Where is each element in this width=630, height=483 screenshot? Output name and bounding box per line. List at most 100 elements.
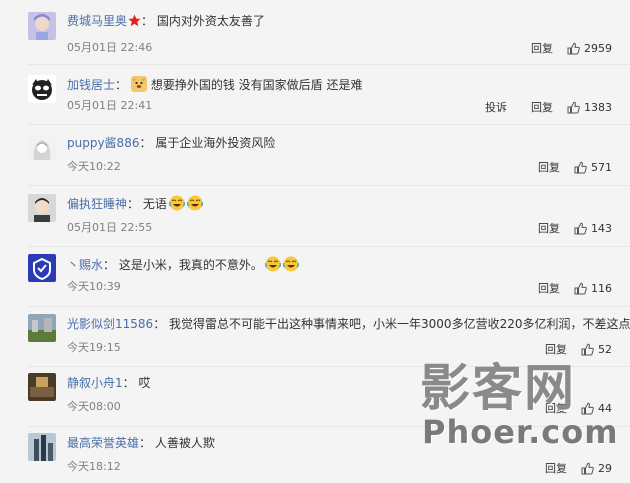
username-link[interactable]: 静叙小舟1 — [67, 376, 123, 390]
comment-line: puppy酱886： 属于企业海外投资风险 — [67, 135, 275, 151]
separator: ： — [153, 317, 166, 331]
comment-item: 最高荣誉英雄： 人善被人欺 今天18:12 回复 29 — [0, 427, 630, 483]
separator: ： — [103, 258, 116, 272]
username-link[interactable]: 加钱居士 — [67, 78, 115, 92]
separator: ： — [115, 78, 128, 92]
separator: ： — [141, 14, 154, 28]
comment-actions: 投诉 回复 1383 — [461, 99, 612, 115]
report-button[interactable]: 投诉 — [485, 99, 507, 115]
doge-emoji-icon — [130, 76, 147, 92]
reply-button[interactable]: 回复 — [545, 400, 567, 416]
thumbs-up-icon — [574, 161, 587, 173]
reply-button[interactable]: 回复 — [545, 460, 567, 476]
comment-text: 无语 — [142, 197, 167, 211]
comment-time: 05月01日 22:55 — [67, 221, 153, 234]
separator: ： — [122, 376, 135, 390]
like-count: 143 — [591, 221, 612, 235]
thumbs-up-icon — [567, 42, 580, 54]
comment-time: 今天19:15 — [67, 341, 121, 354]
comment-actions: 回复 143 — [514, 220, 612, 236]
laugh-cry-emoji-icon — [264, 256, 281, 272]
like-count: 29 — [598, 461, 612, 475]
username-link[interactable]: puppy酱886 — [67, 136, 139, 150]
comment-item: puppy酱886： 属于企业海外投资风险 今天10:22 回复 571 — [0, 125, 630, 186]
comment-text: 这是小米，我真的不意外。 — [118, 258, 263, 272]
like-button[interactable]: 1383 — [567, 101, 612, 114]
comment-actions: 回复 116 — [514, 280, 612, 296]
like-button[interactable]: 571 — [574, 161, 612, 174]
reply-button[interactable]: 回复 — [531, 40, 553, 56]
comment-item: 光影似剑11586： 我觉得雷总不可能干出这种事情来吧，小米一年3000多亿营收… — [0, 307, 630, 367]
comment-item: 费城马里奥 ： 国内对外资太友善了 05月01日 22:46 回复 2959 — [0, 0, 630, 65]
comment-line: 光影似剑11586： 我觉得雷总不可能干出这种事情来吧，小米一年3000多亿营收… — [67, 316, 630, 332]
reply-button[interactable]: 回复 — [538, 159, 560, 175]
comment-line: 静叙小舟1： 哎 — [67, 375, 151, 391]
like-button[interactable]: 143 — [574, 222, 612, 235]
comment-line: 最高荣誉英雄： 人善被人欺 — [67, 435, 215, 451]
avatar[interactable] — [28, 134, 56, 162]
avatar[interactable] — [28, 75, 56, 103]
like-count: 52 — [598, 342, 612, 356]
separator: ： — [139, 436, 152, 450]
reply-button[interactable]: 回复 — [545, 341, 567, 357]
comment-line: 丶赐水： 这是小米，我真的不意外。 — [67, 256, 299, 272]
separator: ： — [139, 136, 152, 150]
avatar[interactable] — [28, 254, 56, 282]
comment-actions: 回复 52 — [521, 341, 612, 357]
comment-item: 丶赐水： 这是小米，我真的不意外。 今天10:39 回复 116 — [0, 247, 630, 307]
comment-time: 今天18:12 — [67, 460, 121, 473]
reply-button[interactable]: 回复 — [538, 220, 560, 236]
like-count: 44 — [598, 401, 612, 415]
thumbs-up-icon — [581, 402, 594, 414]
comment-item: 静叙小舟1： 哎 今天08:00 回复 44 — [0, 367, 630, 427]
thumbs-up-icon — [567, 101, 580, 113]
comment-line: 费城马里奥 ： 国内对外资太友善了 — [67, 13, 265, 29]
avatar[interactable] — [28, 12, 56, 40]
thumbs-up-icon — [581, 343, 594, 355]
comment-actions: 回复 29 — [521, 460, 612, 476]
comment-text: 哎 — [138, 376, 151, 390]
username-link[interactable]: 光影似剑11586 — [67, 317, 153, 331]
laugh-cry-emoji-icon — [282, 256, 299, 272]
comment-text: 人善被人欺 — [154, 436, 215, 450]
avatar[interactable] — [28, 373, 56, 401]
comment-line: 加钱居士： 想要挣外国的钱 没有国家做后盾 还是难 — [67, 76, 363, 92]
username-link[interactable]: 偏执狂睡神 — [67, 197, 127, 211]
username-link[interactable]: 丶赐水 — [67, 258, 103, 272]
comment-time: 今天08:00 — [67, 400, 121, 413]
comment-time: 05月01日 22:46 — [67, 41, 153, 54]
like-button[interactable]: 2959 — [567, 42, 612, 55]
comment-text: 国内对外资太友善了 — [156, 14, 265, 28]
comment-time: 今天10:22 — [67, 160, 121, 173]
comment-text: 我觉得雷总不可能干出这种事情来吧，小米一年3000多亿营收220多亿利润，不差这… — [169, 317, 630, 331]
username-link[interactable]: 费城马里奥 — [67, 14, 127, 28]
like-button[interactable]: 116 — [574, 282, 612, 295]
like-count: 571 — [591, 160, 612, 174]
comment-actions: 回复 2959 — [507, 40, 612, 56]
comment-item: 加钱居士： 想要挣外国的钱 没有国家做后盾 还是难 05月01日 22:41 投… — [0, 65, 630, 125]
like-button[interactable]: 52 — [581, 343, 612, 356]
like-count: 2959 — [584, 41, 612, 55]
thumbs-up-icon — [574, 282, 587, 294]
like-count: 1383 — [584, 100, 612, 114]
laugh-cry-emoji-icon — [186, 195, 203, 211]
avatar[interactable] — [28, 433, 56, 461]
comment-actions: 回复 571 — [514, 159, 612, 175]
comment-text: 属于企业海外投资风险 — [155, 136, 276, 150]
like-button[interactable]: 44 — [581, 402, 612, 415]
reply-button[interactable]: 回复 — [538, 280, 560, 296]
comment-time: 05月01日 22:41 — [67, 99, 153, 112]
thumbs-up-icon — [581, 462, 594, 474]
comment-text: 想要挣外国的钱 没有国家做后盾 还是难 — [150, 78, 363, 92]
thumbs-up-icon — [574, 222, 587, 234]
comment-item: 偏执狂睡神： 无语 05月01日 22:55 回复 143 — [0, 186, 630, 247]
comment-time: 今天10:39 — [67, 280, 121, 293]
vip-star-icon — [128, 14, 141, 27]
separator: ： — [127, 197, 140, 211]
like-button[interactable]: 29 — [581, 462, 612, 475]
reply-button[interactable]: 回复 — [531, 99, 553, 115]
avatar[interactable] — [28, 194, 56, 222]
username-link[interactable]: 最高荣誉英雄 — [67, 436, 139, 450]
laugh-cry-emoji-icon — [168, 195, 185, 211]
avatar[interactable] — [28, 314, 56, 342]
